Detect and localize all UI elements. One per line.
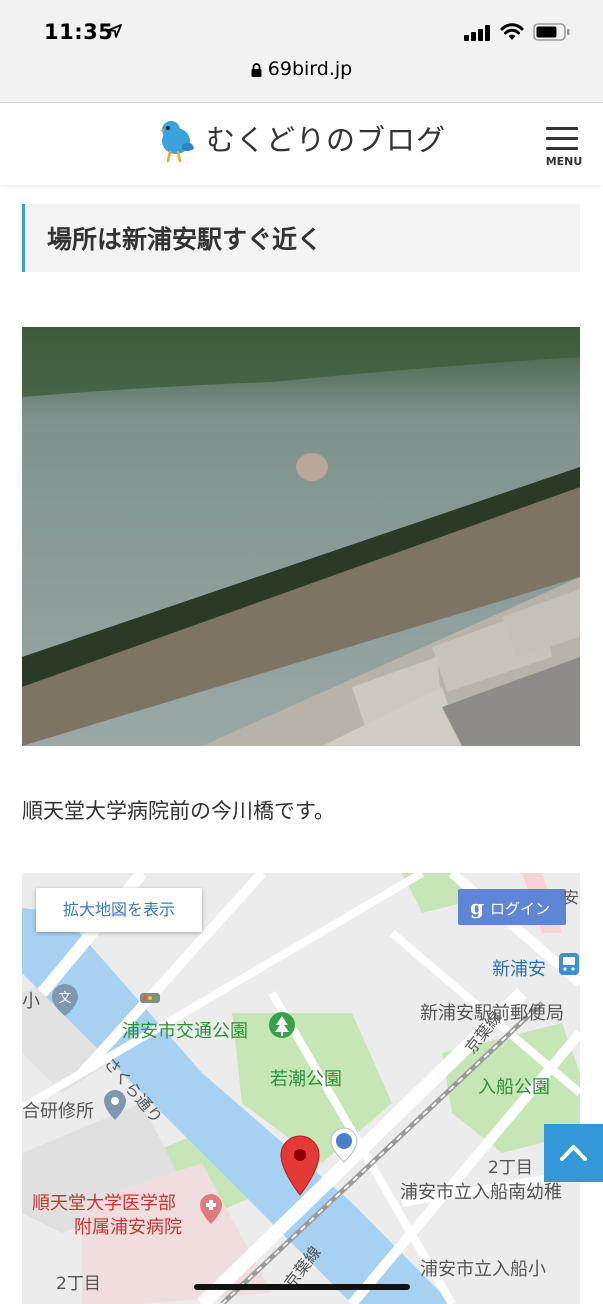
map-label-2chome-right: 2丁目 — [488, 1158, 533, 1178]
photo-caption: 順天堂大学病院前の今川橋です。 — [22, 799, 335, 823]
train-station-icon — [559, 953, 579, 975]
map-label-irifune-school[interactable]: 浦安市立入船小 — [420, 1255, 546, 1281]
hamburger-icon — [546, 127, 578, 130]
site-title[interactable]: むくどりのブログ — [206, 117, 446, 159]
lock-icon — [251, 62, 262, 77]
chevron-up-icon — [560, 1145, 587, 1161]
back-to-top-button[interactable] — [544, 1124, 603, 1182]
map-label-kindergarten[interactable]: 浦安市立入船南幼稚 — [400, 1178, 562, 1204]
browser-status-bar: 11:35 69bird.jp — [0, 0, 603, 103]
map-label-training[interactable]: 合研修所 — [22, 1097, 94, 1123]
river-photo — [22, 327, 580, 746]
battery-icon — [533, 23, 570, 41]
hospital-pin-icon — [200, 1194, 222, 1224]
map-label-2chome-left: 2丁目 — [56, 1274, 101, 1294]
login-label: ログイン — [489, 900, 550, 918]
google-login-button[interactable]: g ログイン — [458, 889, 566, 925]
cellular-signal-icon — [464, 25, 490, 41]
location-arrow-icon — [108, 24, 122, 38]
google-g-icon: g — [470, 895, 484, 919]
map-label-an-edge: 安 — [563, 888, 580, 907]
embedded-map[interactable]: 拡大地図を表示 g ログイン 安 新浦安 新浦安駅前郵便局 浦安市交通公園 若潮公… — [22, 873, 580, 1304]
wifi-icon — [500, 23, 524, 40]
map-label-irifune-park[interactable]: 入船公園 — [478, 1073, 550, 1099]
police-pin-icon — [330, 1127, 358, 1163]
map-label-hospital-1[interactable]: 順天堂大学医学部 — [32, 1189, 176, 1215]
map-label-wakashio-park[interactable]: 若潮公園 — [270, 1065, 342, 1091]
svg-text:文: 文 — [58, 991, 71, 1006]
section-heading: 場所は新浦安駅すぐ近く — [22, 204, 580, 272]
url-text: 69bird.jp — [267, 58, 353, 80]
map-label-station[interactable]: 新浦安 — [492, 955, 546, 981]
status-time: 11:35 — [44, 20, 114, 44]
home-indicator[interactable] — [194, 1284, 410, 1290]
bird-logo-icon[interactable] — [156, 115, 196, 167]
site-header: むくどりのブログ MENU — [0, 103, 603, 185]
map-label-kotsu-park[interactable]: 浦安市交通公園 — [122, 1017, 248, 1043]
map-pin-gray-icon — [104, 1090, 126, 1120]
school-icon: 文 — [52, 984, 78, 1016]
traffic-light-icon — [140, 993, 160, 1003]
enlarge-map-button[interactable]: 拡大地図を表示 — [36, 888, 202, 932]
address-bar[interactable]: 69bird.jp — [0, 58, 603, 80]
location-pin-icon[interactable] — [280, 1135, 320, 1197]
map-label-hospital-2[interactable]: 附属浦安病院 — [74, 1213, 182, 1239]
menu-button[interactable]: MENU — [544, 125, 582, 173]
menu-label: MENU — [545, 155, 583, 168]
section-heading-text: 場所は新浦安駅すぐ近く — [47, 225, 323, 254]
map-label-school-small: 小 — [22, 991, 40, 1012]
park-tree-icon — [269, 1012, 295, 1038]
